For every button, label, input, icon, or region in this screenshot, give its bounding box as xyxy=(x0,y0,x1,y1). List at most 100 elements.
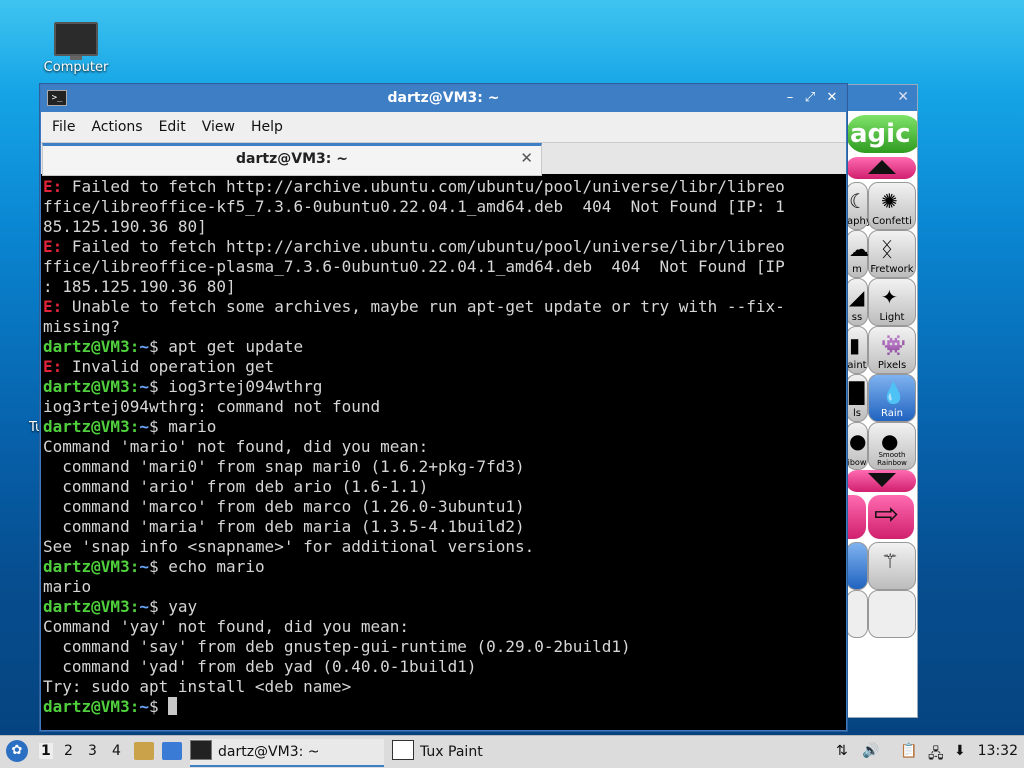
prompt-path: ~ xyxy=(139,337,149,356)
close-icon[interactable]: ✕ xyxy=(520,149,533,167)
tool-magic-rain[interactable]: 💧 Rain xyxy=(868,374,916,422)
prompt-user: dartz@VM3 xyxy=(43,377,130,396)
tool-magic-ls[interactable]: █ ls xyxy=(846,374,868,422)
fretwork-icon: ᛝ xyxy=(881,237,893,261)
task-tuxpaint[interactable]: Tux Paint xyxy=(392,739,542,765)
prev-button[interactable] xyxy=(846,495,866,539)
start-menu-icon[interactable]: ✿ xyxy=(6,740,28,762)
rails-icon: █ xyxy=(849,381,865,405)
tool-magic-ss[interactable]: ◢ ss xyxy=(846,278,868,326)
tool-magic-confetti[interactable]: ✺ Confetti xyxy=(868,182,916,230)
terminal-line: command 'ario' from deb ario (1.6-1.1) xyxy=(43,477,846,497)
tool-magic-aphy[interactable]: aphy ☾ xyxy=(846,182,872,230)
prompt-separator: : xyxy=(129,377,140,396)
moon-icon: ☾ xyxy=(849,189,867,213)
terminal-line: Try: sudo apt install <deb name> xyxy=(43,677,846,697)
desktop-icon-computer[interactable]: Computer xyxy=(40,22,112,75)
scroll-up-button[interactable] xyxy=(846,157,916,179)
prompt-sign: $ xyxy=(148,417,159,436)
magic-wand-button[interactable]: ⚚ xyxy=(868,542,916,590)
line-text: command 'mari0' from snap mari0 (1.6.2+p… xyxy=(43,457,525,476)
line-text: Failed to fetch http://archive.ubuntu.co… xyxy=(62,237,785,256)
rainbow-icon: ● xyxy=(849,429,867,453)
minimize-button[interactable]: – xyxy=(780,88,800,108)
tool-magic-smooth-rainbow[interactable]: ● Smooth Rainbow xyxy=(868,422,916,470)
confetti-icon: ✺ xyxy=(881,189,898,213)
maximize-button[interactable]: ⤢ xyxy=(800,88,820,108)
network-icon[interactable]: 🖧 xyxy=(928,743,944,767)
terminal-line: command 'mari0' from snap mari0 (1.6.2+p… xyxy=(43,457,846,477)
tool-magic-pixels[interactable]: 👾 Pixels xyxy=(868,326,916,374)
prompt-sign: $ xyxy=(148,597,159,616)
task-terminal[interactable]: dartz@VM3: ~ xyxy=(190,739,384,767)
tool-magic-ibow[interactable]: ● ibow xyxy=(846,422,868,470)
close-icon[interactable]: ✕ xyxy=(897,89,909,105)
tool-magic-light[interactable]: ✦ Light xyxy=(868,278,916,326)
terminal-line: missing? xyxy=(43,317,846,337)
task-label: dartz@VM3: ~ xyxy=(218,744,320,760)
line-text: ffice/libreoffice-kf5_7.3.6-0ubuntu0.22.… xyxy=(43,197,785,216)
prompt-separator: : xyxy=(129,697,140,716)
workspace-2[interactable]: 2 xyxy=(64,743,73,759)
scroll-icon[interactable]: ⇅ xyxy=(836,743,848,759)
tool-magic-aint[interactable]: ▮ aint xyxy=(846,326,868,374)
terminal-line: command 'marco' from deb marco (1.26.0-3… xyxy=(43,497,846,517)
terminal-line: dartz@VM3:~$ xyxy=(43,697,846,717)
show-desktop-icon[interactable] xyxy=(162,742,182,760)
prompt-sign: $ xyxy=(148,697,159,716)
error-prefix: E: xyxy=(43,297,63,316)
prompt-path: ~ xyxy=(139,597,149,616)
terminal-line: E: Unable to fetch some archives, maybe … xyxy=(43,297,846,317)
prompt-user: dartz@VM3 xyxy=(43,557,130,576)
close-button[interactable]: ✕ xyxy=(822,88,842,108)
empty-slot xyxy=(846,590,868,638)
menu-help[interactable]: Help xyxy=(243,112,291,142)
line-text: iog3rtej094wthrg xyxy=(158,377,323,396)
workspace-4[interactable]: 4 xyxy=(112,743,121,759)
terminal-output[interactable]: E: Failed to fetch http://archive.ubuntu… xyxy=(43,177,846,730)
prompt-sign: $ xyxy=(148,377,159,396)
terminal-line: dartz@VM3:~$ echo mario xyxy=(43,557,846,577)
menu-file[interactable]: File xyxy=(41,112,83,142)
volume-icon[interactable]: 🔊 xyxy=(862,743,879,759)
workspace-3[interactable]: 3 xyxy=(88,743,97,759)
terminal-titlebar[interactable]: >_ dartz@VM3: ~ – ⤢ ✕ xyxy=(41,85,846,112)
menu-view[interactable]: View xyxy=(194,112,243,142)
menu-edit[interactable]: Edit xyxy=(151,112,194,142)
next-button[interactable]: ⇨ xyxy=(868,495,914,539)
terminal-line: Command 'yay' not found, did you mean: xyxy=(43,617,846,637)
prompt-separator: : xyxy=(129,417,140,436)
line-text: Command 'yay' not found, did you mean: xyxy=(43,617,410,636)
workspace-1[interactable]: 1 xyxy=(39,743,53,759)
tab-terminal[interactable]: dartz@VM3: ~ ✕ xyxy=(42,143,542,176)
clipboard-icon[interactable]: 📋 xyxy=(900,743,917,759)
tuxpaint-titlebar[interactable]: ✕ xyxy=(846,85,917,111)
terminal-line: Command 'mario' not found, did you mean: xyxy=(43,437,846,457)
line-text: Unable to fetch some archives, maybe run… xyxy=(62,297,785,316)
line-text: Try: sudo apt install <deb name> xyxy=(43,677,352,696)
line-text: command 'yad' from deb yad (0.40.0-1buil… xyxy=(43,657,477,676)
tool-magic-m[interactable]: ☁ m xyxy=(846,230,869,278)
prompt-path: ~ xyxy=(139,557,149,576)
tool-magic-fretwork[interactable]: ᛝ Fretwork xyxy=(868,230,916,278)
computer-icon xyxy=(54,22,98,60)
prompt-sign: $ xyxy=(148,557,159,576)
color-button[interactable] xyxy=(846,542,868,590)
terminal-line: iog3rtej094wthrg: command not found xyxy=(43,397,846,417)
menu-actions[interactable]: Actions xyxy=(83,112,150,142)
terminal-line: E: Failed to fetch http://archive.ubuntu… xyxy=(43,237,846,257)
line-text: : 185.125.190.36 80] xyxy=(43,277,236,296)
line-text: yay xyxy=(158,597,198,616)
scroll-down-button[interactable] xyxy=(846,470,916,492)
file-manager-icon[interactable] xyxy=(134,742,154,760)
prompt-sign: $ xyxy=(148,337,159,356)
prompt-path: ~ xyxy=(139,377,149,396)
line-text: Invalid operation get xyxy=(62,357,275,376)
prompt-separator: : xyxy=(129,557,140,576)
tuxpaint-window[interactable]: ✕ agic aphy ☾ ✺ Confetti ☁ m ᛝ Fretwork ◢ ss … xyxy=(845,84,918,718)
smooth-rainbow-icon: ● xyxy=(881,429,899,453)
terminal-window[interactable]: >_ dartz@VM3: ~ – ⤢ ✕ File Actions Edit Vie… xyxy=(40,84,847,731)
updates-icon[interactable]: ⬇ xyxy=(954,743,966,759)
line-text: command 'maria' from deb maria (1.3.5-4.… xyxy=(43,517,525,536)
terminal-line: command 'say' from deb gnustep-gui-runti… xyxy=(43,637,846,657)
